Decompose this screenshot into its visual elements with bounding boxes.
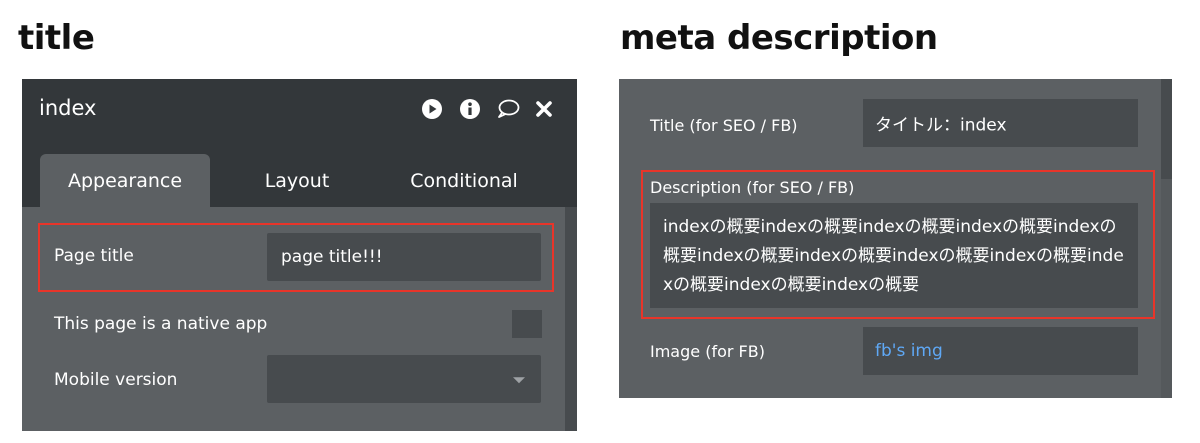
native-app-checkbox[interactable] <box>512 310 542 338</box>
panel-scrollbar[interactable] <box>565 207 577 431</box>
tab-conditional[interactable]: Conditional <box>384 154 544 207</box>
image-input[interactable]: fb's img <box>863 327 1138 375</box>
meta-description-heading: meta description <box>620 18 938 58</box>
play-icon[interactable] <box>420 97 444 121</box>
tab-appearance[interactable]: Appearance <box>40 154 210 207</box>
panel-title: index <box>39 96 97 120</box>
tab-layout[interactable]: Layout <box>232 154 362 207</box>
seo-title-label: Title (for SEO / FB) <box>650 116 798 135</box>
close-icon[interactable] <box>532 97 556 121</box>
info-icon[interactable] <box>458 97 482 121</box>
comment-icon[interactable] <box>496 97 520 121</box>
seo-title-input[interactable]: タイトル：index <box>863 99 1138 147</box>
native-app-label: This page is a native app <box>54 314 268 334</box>
title-heading: title <box>18 18 95 58</box>
mobile-version-dropdown[interactable] <box>267 355 541 403</box>
chevron-down-icon <box>513 377 525 384</box>
image-label: Image (for FB) <box>650 342 765 361</box>
description-highlight <box>641 170 1155 319</box>
image-dynamic-value[interactable]: fb's img <box>875 341 943 361</box>
panel-header: index <box>22 79 577 141</box>
page-title-highlight <box>38 223 554 292</box>
tab-bar: Appearance Layout Conditional <box>22 141 577 207</box>
seo-title-value: タイトル：index <box>875 115 1007 136</box>
mobile-version-label: Mobile version <box>54 370 178 390</box>
panel-scrollbar-thumb[interactable] <box>1161 79 1172 179</box>
